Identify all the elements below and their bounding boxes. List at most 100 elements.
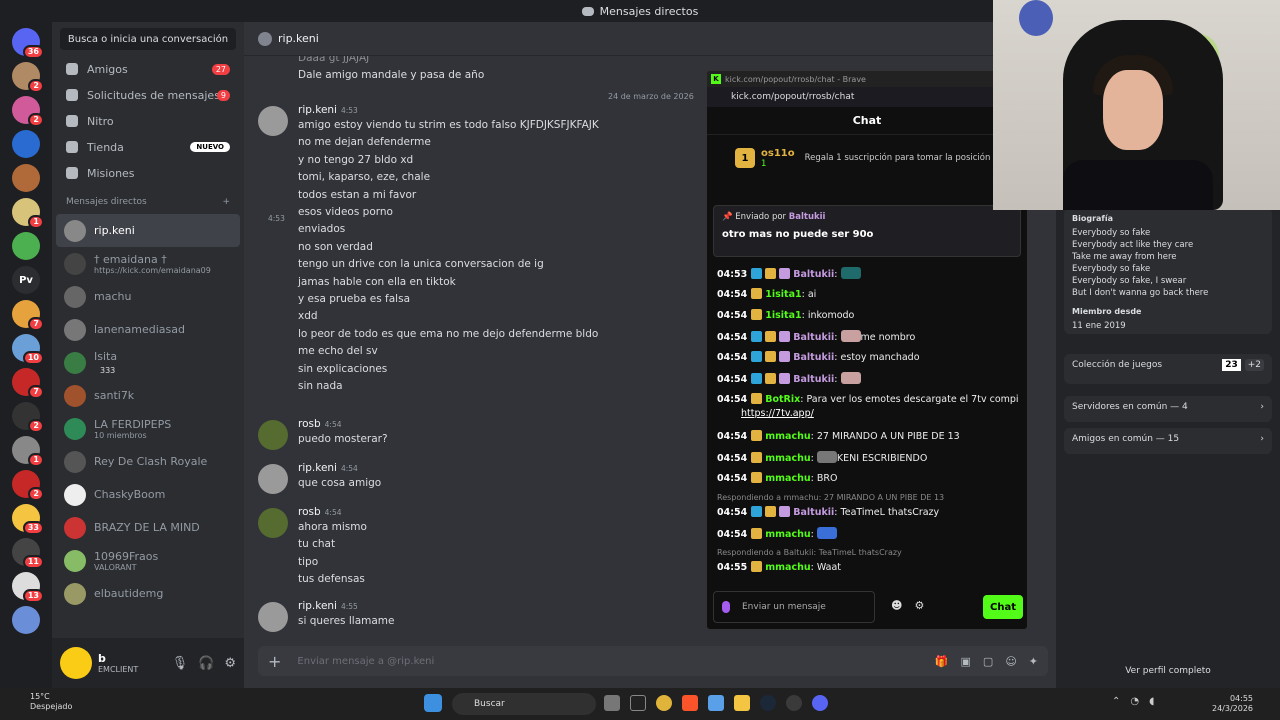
nav-nitro[interactable]: Nitro [52, 108, 244, 134]
dm-item[interactable]: Rey De Clash Royale [56, 445, 240, 478]
server-icon[interactable]: 11 [12, 538, 44, 569]
microphone-icon[interactable]: 🎙 [172, 656, 189, 671]
pinned-message[interactable]: 📌 Enviado por Baltukii otro mas no puede… [713, 205, 1021, 257]
apps-icon[interactable]: ✦ [1029, 655, 1038, 668]
kick-username[interactable]: mmachu [765, 473, 810, 484]
avatar[interactable] [258, 420, 288, 450]
avatar[interactable] [258, 464, 288, 494]
gear-icon[interactable]: ⚙ [224, 656, 236, 671]
nav-message-requests[interactable]: Solicitudes de mensajes 9 [52, 82, 244, 108]
volume-icon[interactable]: ◖ [1149, 696, 1154, 707]
server-icon[interactable] [12, 130, 40, 158]
kick-username[interactable]: Baltukii [793, 374, 834, 385]
headphones-icon[interactable]: 🎧 [198, 656, 214, 671]
kick-username[interactable]: Baltukii [793, 352, 834, 363]
clock[interactable]: 04:55 24/3/2026 [1212, 694, 1253, 714]
server-icon[interactable]: 1 [12, 436, 44, 467]
server-icon[interactable]: 2 [12, 402, 44, 433]
server-icon[interactable]: 1 [12, 198, 44, 229]
server-icon[interactable] [12, 232, 40, 260]
message-author[interactable]: rosb [298, 418, 321, 430]
kick-username[interactable]: mmachu [765, 431, 810, 442]
kick-username[interactable]: mmachu [765, 562, 810, 573]
gift-icon[interactable]: 🎁 [935, 655, 949, 668]
kick-username[interactable]: Baltukii [793, 332, 834, 343]
mutual-servers[interactable]: Servidores en común — 4 › [1064, 396, 1272, 422]
chevron-up-icon[interactable]: ⌃ [1112, 696, 1120, 707]
gif-icon[interactable]: ▣ [961, 655, 971, 668]
windows-start-icon[interactable] [424, 694, 442, 712]
send-chat-button[interactable]: Chat [983, 595, 1023, 619]
dm-item[interactable]: santi7k [56, 379, 240, 412]
sticker-icon[interactable]: ▢ [983, 655, 993, 668]
reply-reference[interactable]: Respondiendo a Baltukii: TeaTimeL thatsC… [717, 548, 902, 557]
kick-username[interactable]: Baltukii [793, 507, 834, 518]
steam-icon[interactable] [760, 695, 776, 711]
xbox-icon[interactable] [786, 695, 802, 711]
message-author[interactable]: rosb [298, 506, 321, 518]
games-collection[interactable]: Colección de juegos 23 +2 [1064, 354, 1272, 384]
server-icon[interactable]: 2 [12, 470, 44, 501]
kick-username[interactable]: BotRix [765, 394, 800, 405]
message-author[interactable]: rip.keni [298, 104, 337, 116]
mutual-friends[interactable]: Amigos en común — 15 › [1064, 428, 1272, 454]
server-icon[interactable]: 2 [12, 62, 44, 93]
server-icon[interactable]: 33 [12, 504, 44, 535]
dm-item[interactable]: elbautidemg [56, 577, 240, 610]
dm-item[interactable]: lanenamediasad [56, 313, 240, 346]
settings-icon[interactable]: ⚙ [914, 599, 924, 612]
dm-item[interactable]: 10969Fraos VALORANT [56, 544, 240, 577]
popout-url-bar[interactable]: kick.com/popout/rrosb/chat⊕ [707, 87, 1027, 107]
store-icon[interactable] [708, 695, 724, 711]
plus-icon[interactable]: + [268, 652, 281, 671]
discord-taskbar-icon[interactable] [812, 695, 828, 711]
kick-username[interactable]: 1isita1 [765, 310, 801, 321]
server-icon[interactable]: 7 [12, 300, 44, 331]
emoji-icon[interactable]: ☺ [1005, 655, 1016, 668]
dm-item[interactable]: Isita 333 [56, 346, 240, 379]
view-full-profile-link[interactable]: Ver perfil completo [1056, 666, 1280, 676]
file-explorer-icon[interactable] [604, 695, 620, 711]
find-conversation-button[interactable]: Busca o inicia una conversación [60, 28, 236, 50]
avatar[interactable] [258, 602, 288, 632]
server-icon[interactable]: 10 [12, 334, 44, 365]
mic-icon[interactable] [722, 601, 730, 613]
server-icon[interactable]: 36 [12, 28, 44, 59]
add-dm-icon[interactable]: + [222, 197, 230, 207]
7tv-link[interactable]: https://7tv.app/ [741, 408, 814, 419]
server-icon[interactable]: 7 [12, 368, 44, 399]
taskbar-search[interactable]: Buscar [452, 693, 596, 715]
avatar[interactable] [258, 508, 288, 538]
dm-item[interactable]: LA FERDIPEPS 10 miembros [56, 412, 240, 445]
network-icon[interactable]: ◔ [1130, 696, 1139, 707]
kick-message-input[interactable]: Enviar un mensaje [713, 591, 875, 623]
server-icon[interactable] [12, 164, 40, 192]
dm-item[interactable]: machu [56, 280, 240, 313]
server-icon[interactable]: 13 [12, 572, 44, 603]
brave-icon[interactable] [682, 695, 698, 711]
reply-reference[interactable]: Respondiendo a mmachu: 27 MIRANDO A UN P… [717, 493, 944, 502]
gift-sub-cta[interactable]: Regala 1 suscripción para tomar la posic… [805, 153, 991, 163]
kick-username[interactable]: 1isita1 [765, 289, 801, 300]
dm-item[interactable]: BRAZY DE LA MIND [56, 511, 240, 544]
message-author[interactable]: rip.keni [298, 600, 337, 612]
chrome-icon[interactable] [656, 695, 672, 711]
server-icon[interactable]: 2 [12, 96, 44, 127]
server-icon[interactable] [12, 606, 40, 634]
dm-item[interactable]: rip.keni [56, 214, 240, 247]
message-composer[interactable]: + Enviar mensaje a @rip.keni 🎁 ▣ ▢ ☺ ✦ [258, 646, 1048, 676]
message-author[interactable]: rip.keni [298, 462, 337, 474]
nav-shop[interactable]: Tienda NUEVO [52, 134, 244, 160]
nav-quests[interactable]: Misiones [52, 160, 244, 186]
weather-widget[interactable]: 15°C Despejado [30, 692, 72, 712]
dm-item[interactable]: ChaskyBoom [56, 478, 240, 511]
folder-icon[interactable] [734, 695, 750, 711]
epic-games-icon[interactable] [630, 695, 646, 711]
kick-username[interactable]: mmachu [765, 453, 810, 464]
emote-icon[interactable]: ☻ [891, 599, 902, 612]
server-icon[interactable]: Pv [12, 266, 40, 294]
avatar[interactable] [60, 647, 92, 679]
avatar[interactable] [258, 106, 288, 136]
kick-username[interactable]: Baltukii [793, 269, 834, 280]
dm-item[interactable]: † emaidana † https://kick.com/emaidana09 [56, 247, 240, 280]
